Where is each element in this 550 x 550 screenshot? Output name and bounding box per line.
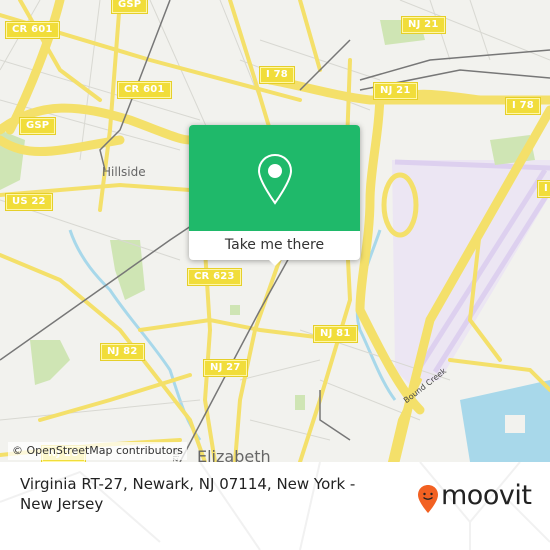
place-label-hillside: Hillside	[102, 165, 146, 179]
pier	[505, 415, 525, 433]
road-shield: NJ 82	[100, 343, 145, 361]
map[interactable]: GSP CR 601 CR 601 GSP US 22 I 78 NJ 21 N…	[0, 0, 550, 462]
popup-header	[189, 125, 360, 231]
road-shield: I	[537, 180, 550, 198]
location-popup: Take me there	[189, 125, 360, 266]
footer: Virginia RT-27, Newark, NJ 07114, New Yo…	[0, 462, 550, 550]
popup-pointer	[267, 258, 283, 266]
road-shield: GSP	[110, 0, 149, 14]
road-shield: I 78	[259, 66, 295, 84]
moovit-smiley-pin-icon	[418, 485, 438, 513]
road-shield: NJ 27	[203, 359, 248, 377]
road-shield: I 78	[505, 97, 541, 115]
map-attribution[interactable]: © OpenStreetMap contributors	[8, 442, 187, 460]
road-shield: US 22	[5, 193, 53, 211]
moovit-wordmark: moovit	[441, 480, 532, 511]
road-shield: NJ 21	[401, 16, 446, 34]
location-pin-icon	[257, 153, 293, 205]
address-text: Virginia RT-27, Newark, NJ 07114, New Yo…	[20, 475, 356, 513]
road-shield: CR 601	[117, 81, 172, 99]
road-shield: GSP	[18, 117, 57, 135]
place-label-elizabeth: Elizabeth	[197, 447, 271, 462]
road-shield: CR 623	[187, 268, 242, 286]
road-shield: NJ 81	[313, 325, 358, 343]
road-shield: NJ 21	[373, 82, 418, 100]
take-me-there-button[interactable]: Take me there	[189, 231, 360, 260]
road-shield: CR 601	[5, 21, 60, 39]
